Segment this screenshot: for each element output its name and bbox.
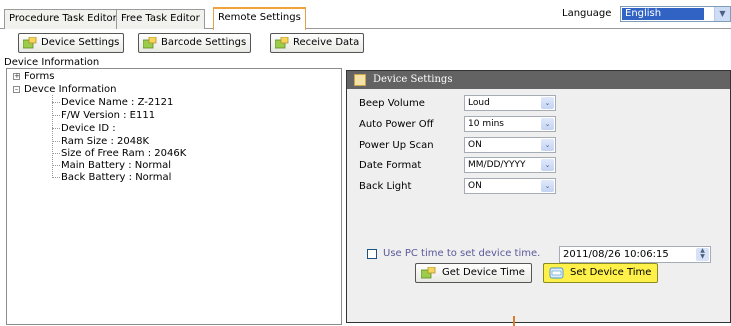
tree-item-free-ram[interactable]: Size of Free Ram : 2046K (61, 148, 186, 159)
expand-icon[interactable]: + (13, 73, 20, 80)
tree-item-main-battery[interactable]: Main Battery : Normal (61, 160, 171, 171)
barcode-settings-icon (143, 37, 157, 49)
get-device-time-button[interactable]: Get Device Time (415, 263, 532, 283)
date-format-value: MM/DD/YYYY (468, 160, 526, 170)
barcode-settings-label: Barcode Settings (161, 37, 247, 48)
back-light-value: ON (468, 181, 482, 191)
device-settings-icon (23, 37, 37, 49)
device-settings-label: Device Settings (41, 37, 120, 48)
datetime-value: 2011/08/26 10:06:15 (563, 249, 669, 260)
beep-volume-select[interactable]: Loud ⌄ (464, 95, 556, 111)
receive-data-label: Receive Data (293, 37, 360, 48)
beep-volume-label: Beep Volume (359, 98, 425, 109)
device-information-title: Device Information (4, 57, 100, 68)
chevron-down-icon[interactable]: ⌄ (541, 97, 554, 109)
tab-procedure-task-editor[interactable]: Procedure Task Editor (4, 9, 122, 29)
back-light-label: Back Light (359, 181, 412, 192)
device-info-tree[interactable]: + Forms – Devce Information Device Name … (6, 68, 342, 325)
auto-power-off-value: 10 mins (468, 119, 504, 129)
tree-node-forms[interactable]: Forms (24, 71, 54, 82)
device-settings-button[interactable]: Device Settings (18, 33, 125, 53)
auto-power-off-select[interactable]: 10 mins ⌄ (464, 116, 556, 132)
set-device-time-button[interactable]: Set Device Time (543, 263, 659, 283)
power-up-scan-select[interactable]: ON ⌄ (464, 137, 556, 153)
device-settings-header-label: Device Settings (373, 74, 453, 85)
tree-connector (52, 177, 60, 178)
tab-remote-settings[interactable]: Remote Settings (213, 7, 306, 30)
language-select[interactable]: English ▼ (620, 6, 731, 22)
tab-free-task-editor[interactable]: Free Task Editor (116, 9, 205, 29)
power-up-scan-label: Power Up Scan (359, 140, 434, 151)
chevron-down-icon[interactable]: ⌄ (541, 180, 554, 192)
use-pc-time-checkbox[interactable] (367, 249, 377, 259)
set-time-icon (549, 267, 564, 279)
receive-data-icon (275, 37, 289, 49)
tree-node-device-information[interactable]: Devce Information (24, 84, 117, 95)
settings-document-icon (354, 74, 366, 86)
beep-volume-value: Loud (468, 98, 490, 108)
spinner-icon[interactable]: ▲ ▼ (696, 248, 709, 261)
datetime-field[interactable]: 2011/08/26 10:06:15 ▲ ▼ (559, 246, 711, 263)
tree-item-fw-version[interactable]: F/W Version : E111 (61, 110, 155, 121)
use-pc-time-label[interactable]: Use PC time to set device time. (383, 248, 540, 259)
chevron-down-icon[interactable]: ⌄ (541, 159, 554, 171)
barcode-settings-button[interactable]: Barcode Settings (138, 33, 252, 53)
power-up-scan-value: ON (468, 140, 482, 150)
tree-item-back-battery[interactable]: Back Battery : Normal (61, 172, 171, 183)
tab-bar: Procedure Task Editor Free Task Editor R… (0, 0, 731, 30)
date-format-select[interactable]: MM/DD/YYYY ⌄ (464, 157, 556, 173)
get-time-icon (421, 267, 436, 279)
chevron-down-icon[interactable]: ⌄ (541, 118, 554, 130)
receive-data-button[interactable]: Receive Data (270, 33, 365, 53)
collapse-icon[interactable]: – (13, 86, 20, 93)
chevron-down-icon[interactable]: ▼ (714, 7, 730, 21)
language-value: English (622, 8, 704, 20)
date-format-label: Date Format (359, 160, 422, 171)
auto-power-off-label: Auto Power Off (359, 119, 434, 130)
tree-connector (52, 165, 60, 166)
back-light-select[interactable]: ON ⌄ (464, 178, 556, 194)
device-settings-panel: Device Settings Beep Volume Loud ⌄ Auto … (346, 70, 731, 323)
set-device-time-label: Set Device Time (570, 267, 652, 278)
tree-connector (52, 102, 60, 103)
language-label: Language (562, 8, 612, 19)
tree-item-ram-size[interactable]: Ram Size : 2048K (61, 136, 149, 147)
tree-connector (52, 128, 60, 129)
device-settings-header: Device Settings (347, 71, 730, 89)
tree-connector (52, 141, 60, 142)
get-device-time-label: Get Device Time (442, 267, 525, 278)
chevron-down-icon[interactable]: ⌄ (541, 139, 554, 151)
tree-connector (52, 153, 60, 154)
text-cursor-icon (513, 316, 515, 326)
tree-connector (52, 115, 60, 116)
tree-item-device-id[interactable]: Device ID : (61, 123, 116, 134)
tree-item-device-name[interactable]: Device Name : Z-2121 (61, 97, 173, 108)
